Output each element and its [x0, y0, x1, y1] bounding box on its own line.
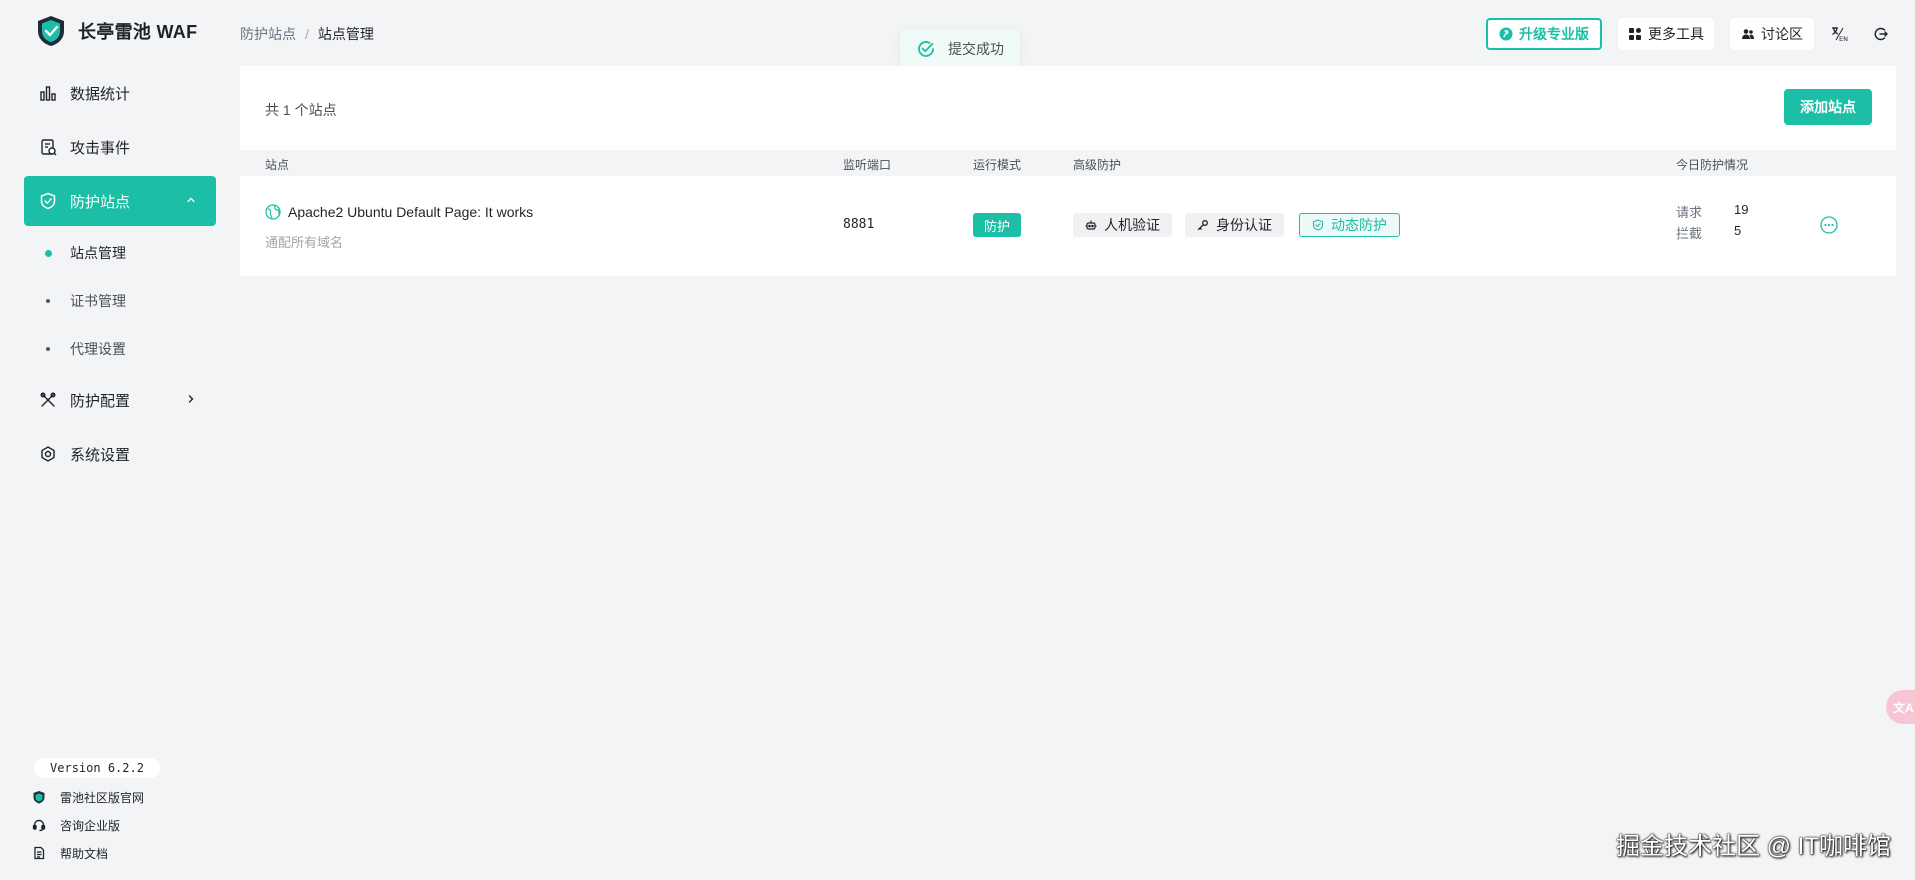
svg-text:EN: EN [1839, 35, 1848, 43]
column-header-today: 今日防护情况 [1676, 158, 1749, 172]
success-toast: 提交成功 [900, 30, 1020, 68]
sidebar-subitem-proxy-settings[interactable]: 代理设置 [24, 329, 216, 369]
logo-small-icon [33, 791, 45, 804]
users-icon [1742, 29, 1754, 39]
site-port: 8881 [843, 217, 875, 232]
column-header-mode: 运行模式 [973, 158, 1022, 172]
footer-link-enterprise[interactable]: 咨询企业版 [32, 815, 120, 835]
version-badge: Version 6.2.2 [34, 758, 160, 778]
site-list-card: 共 1 个站点 添加站点 站点 监听端口 运行模式 高级防护 今日防护情况 Ap… [240, 66, 1896, 276]
sidebar-item-attack-events[interactable]: 攻击事件 [24, 122, 216, 172]
translate-float-button[interactable]: 文A [1886, 690, 1915, 724]
toast-message: 提交成功 [948, 41, 1004, 57]
bullet-dot [46, 347, 50, 351]
translate-icon: 文A [1893, 700, 1914, 715]
tag-dynamic-protection[interactable]: 动态防护 [1299, 213, 1400, 237]
watermark: 掘金技术社区 @ IT咖啡馆 [1615, 833, 1891, 860]
globe-icon [265, 204, 281, 220]
sidebar-subitem-certificates[interactable]: 证书管理 [24, 281, 216, 321]
add-site-button[interactable]: 添加站点 [1784, 89, 1872, 125]
tag-label: 人机验证 [1104, 217, 1160, 233]
app-root: 长亭雷池 WAF 数据统计 攻击事件 防护站点 站点管理 证书管理 代理设置 防… [0, 0, 1915, 880]
chevron-up-icon [187, 197, 195, 203]
chevron-right-icon [188, 395, 194, 403]
table-row[interactable]: Apache2 Ubuntu Default Page: It works 通配… [240, 176, 1896, 276]
sidebar-item-system-settings[interactable]: 系统设置 [24, 429, 216, 479]
more-actions-icon[interactable] [1820, 216, 1838, 234]
footer-link-help-docs[interactable]: 帮助文档 [32, 843, 108, 863]
upgrade-pro-button[interactable]: 升级专业版 [1486, 18, 1602, 50]
sidebar-item-label: 系统设置 [70, 446, 131, 464]
upgrade-pro-label: 升级专业版 [1519, 26, 1589, 42]
tag-label: 身份认证 [1216, 217, 1272, 233]
sidebar-item-protected-sites[interactable]: 防护站点 [24, 176, 216, 226]
bullet-dot [46, 299, 50, 303]
breadcrumb-separator: / [305, 26, 309, 42]
sidebar-item-protection-config[interactable]: 防护配置 [24, 375, 216, 425]
requests-value: 19 [1734, 202, 1749, 217]
sidebar-item-label: 攻击事件 [70, 139, 131, 157]
breadcrumb-item-current: 站点管理 [317, 26, 374, 42]
site-domain: 通配所有域名 [265, 235, 344, 250]
shield-icon [38, 191, 58, 211]
sidebar-subitem-site-management[interactable]: 站点管理 [24, 233, 216, 273]
site-title[interactable]: Apache2 Ubuntu Default Page: It works [265, 204, 533, 220]
gear-icon [38, 444, 58, 464]
footer-link-label: 雷池社区版官网 [60, 790, 145, 805]
more-tools-button[interactable]: 更多工具 [1618, 18, 1714, 50]
footer-link-label: 帮助文档 [60, 846, 109, 861]
shield-check-icon [1312, 219, 1324, 231]
breadcrumb: 防护站点 / 站点管理 [240, 24, 374, 44]
check-circle-icon [918, 41, 934, 57]
sidebar: 长亭雷池 WAF 数据统计 攻击事件 防护站点 站点管理 证书管理 代理设置 防… [0, 0, 232, 880]
more-tools-label: 更多工具 [1648, 26, 1704, 42]
table-header: 站点 监听端口 运行模式 高级防护 今日防护情况 [240, 150, 1896, 176]
footer-link-label: 咨询企业版 [60, 818, 121, 833]
sidebar-item-label: 数据统计 [70, 85, 131, 103]
sidebar-item-label: 防护配置 [70, 392, 131, 410]
bullet-dot [45, 250, 52, 257]
blocked-label: 拦截 [1676, 226, 1703, 241]
forum-label: 讨论区 [1761, 26, 1803, 42]
bar-chart-icon [38, 83, 58, 103]
language-icon: EN [1832, 27, 1848, 43]
sidebar-subitem-label: 代理设置 [70, 341, 126, 357]
robot-icon [1085, 220, 1097, 230]
site-count: 共 1 个站点 [265, 102, 337, 118]
headset-icon [32, 819, 46, 832]
document-icon [34, 846, 45, 860]
brand-name: 长亭雷池 WAF [78, 22, 198, 42]
requests-label: 请求 [1676, 205, 1703, 220]
safeline-logo-icon [38, 16, 64, 46]
upgrade-icon [1499, 27, 1513, 41]
forum-button[interactable]: 讨论区 [1730, 18, 1814, 50]
apps-icon [1629, 28, 1641, 40]
sidebar-item-label: 防护站点 [70, 193, 131, 211]
site-title-text: Apache2 Ubuntu Default Page: It works [288, 204, 534, 220]
tools-icon [38, 390, 58, 410]
column-header-advanced: 高级防护 [1073, 158, 1122, 172]
key-icon [1197, 220, 1208, 231]
sidebar-item-statistics[interactable]: 数据统计 [24, 68, 216, 118]
sidebar-subitem-label: 站点管理 [70, 245, 126, 261]
logout-button[interactable] [1868, 18, 1894, 50]
column-header-site: 站点 [265, 158, 290, 172]
breadcrumb-item-parent[interactable]: 防护站点 [240, 24, 296, 44]
language-switch-button[interactable]: EN [1826, 18, 1852, 50]
event-icon [38, 137, 58, 157]
tag-captcha[interactable]: 人机验证 [1073, 213, 1172, 237]
tag-label: 动态防护 [1331, 217, 1387, 233]
run-mode-badge[interactable]: 防护 [973, 213, 1021, 237]
blocked-value: 5 [1734, 223, 1742, 238]
column-header-port: 监听端口 [843, 158, 892, 172]
tag-authentication[interactable]: 身份认证 [1185, 213, 1284, 237]
sidebar-subitem-label: 证书管理 [70, 293, 126, 309]
brand[interactable]: 长亭雷池 WAF [36, 14, 197, 48]
footer-link-community-site[interactable]: 雷池社区版官网 [32, 787, 144, 807]
logout-icon [1874, 27, 1888, 41]
